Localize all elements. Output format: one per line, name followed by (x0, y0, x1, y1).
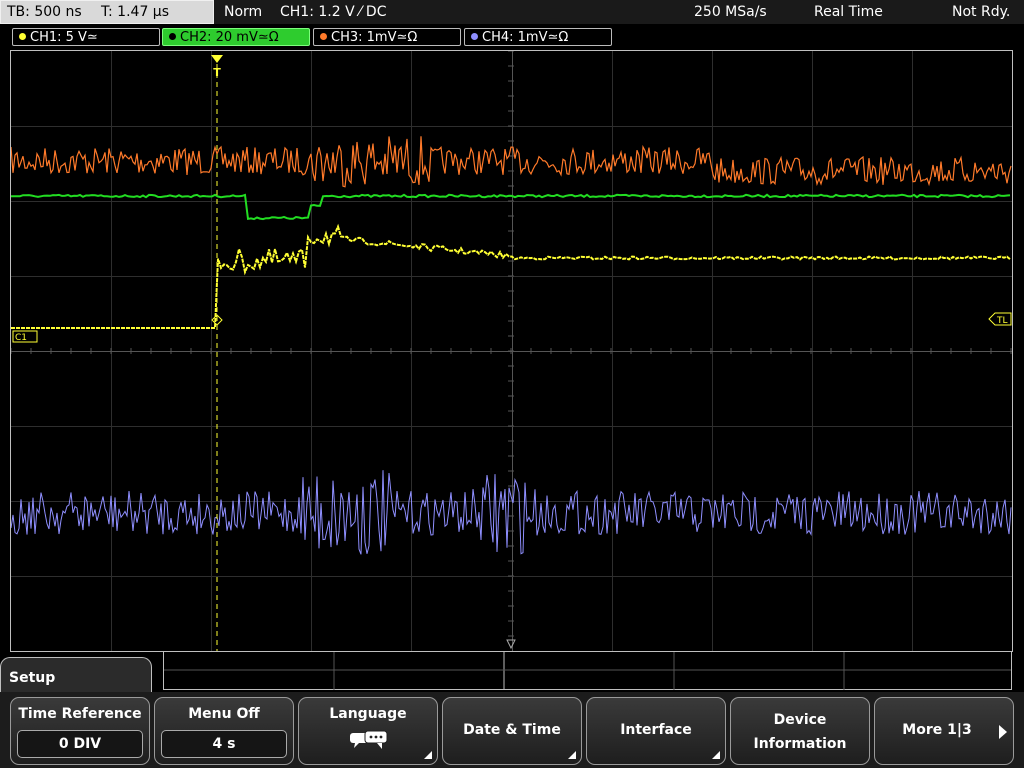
ch3-label: CH3: 1mV≃Ω (331, 30, 418, 45)
submenu-indicator-icon (712, 751, 720, 759)
ch1-trace (11, 223, 1011, 329)
sample-rate: 250 MSa/s (694, 4, 767, 20)
submenu-indicator-icon (424, 751, 432, 759)
acquisition-type: Real Time (814, 4, 883, 20)
ch1-label: CH1: 5 V≃ (30, 30, 98, 45)
ch4-color-dot (471, 33, 478, 40)
time-reference-value: 0 DIV (17, 730, 143, 758)
acquisition-mode[interactable]: Norm (224, 0, 262, 24)
language-button[interactable]: Language (298, 697, 438, 765)
time-reference-label: Time Reference (18, 706, 142, 722)
device-information-label-line2: Information (753, 736, 847, 752)
mini-graticule (163, 652, 1012, 690)
menu-off-value: 4 s (161, 730, 287, 758)
channel-tab-ch2[interactable]: CH2: 20 mV≃Ω (162, 28, 310, 46)
waveform-canvas: T C1 TL (11, 51, 1012, 651)
ch4-label: CH4: 1mV≃Ω (482, 30, 569, 45)
channel-tab-ch4[interactable]: CH4: 1mV≃Ω (464, 28, 612, 46)
menu-off-button[interactable]: Menu Off 4 s (154, 697, 294, 765)
trigger-level-marker[interactable]: TL (988, 312, 1012, 326)
language-label: Language (329, 706, 407, 722)
submenu-indicator-icon (568, 751, 576, 759)
ch3-trace (11, 136, 1012, 188)
ch4-trace (11, 470, 1012, 555)
menu-off-label: Menu Off (188, 706, 260, 722)
trigger-setting[interactable]: CH1: 1.2 V ⁄ DC (280, 0, 386, 24)
ch1-offset-marker[interactable]: C1 (12, 330, 38, 343)
time-reference-button[interactable]: Time Reference 0 DIV (10, 697, 150, 765)
ch2-label: CH2: 20 mV≃Ω (180, 30, 279, 45)
timebase-box[interactable]: TB: 500 ns T: 1.47 µs (0, 0, 214, 24)
trigger-position-marker[interactable]: T (211, 55, 223, 79)
trigger-level-label: TL (996, 316, 1008, 326)
ch3-color-dot (320, 33, 327, 40)
trigger-time-value: T: 1.47 µs (101, 4, 170, 20)
chevron-right-icon (999, 725, 1007, 739)
speech-bubbles-icon (350, 730, 388, 749)
status-bar: TB: 500 ns T: 1.47 µs Norm CH1: 1.2 V ⁄ … (0, 0, 1024, 24)
device-information-button[interactable]: Device Information (730, 697, 870, 765)
waveform-display[interactable]: T C1 TL (10, 50, 1013, 652)
ch1-marker-label: C1 (15, 333, 27, 343)
time-reference-marker (506, 639, 516, 650)
interface-label: Interface (620, 722, 692, 738)
ch2-trace (11, 193, 1011, 221)
date-time-label: Date & Time (463, 722, 561, 738)
menu-title: Setup (9, 670, 56, 686)
timebase-value: TB: 500 ns (7, 4, 82, 20)
device-information-label-line1: Device (773, 712, 827, 728)
more-button[interactable]: More 1|3 (874, 697, 1014, 765)
mini-graticule-lines (164, 652, 1011, 690)
traces (11, 136, 1012, 555)
ch1-color-dot (19, 33, 26, 40)
interface-button[interactable]: Interface (586, 697, 726, 765)
trigger-marker-label: T (213, 66, 221, 79)
graticule (11, 51, 1012, 651)
date-time-button[interactable]: Date & Time (442, 697, 582, 765)
channel-tab-ch1[interactable]: CH1: 5 V≃ (12, 28, 160, 46)
more-label: More 1|3 (902, 722, 972, 738)
ch2-color-dot (169, 33, 176, 40)
channel-tab-ch3[interactable]: CH3: 1mV≃Ω (313, 28, 461, 46)
trigger-state: Not Rdy. (952, 4, 1011, 20)
